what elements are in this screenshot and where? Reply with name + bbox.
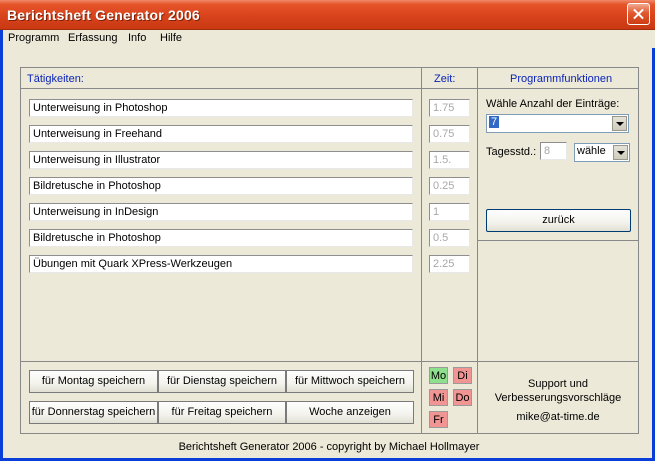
copyright-footer: Berichtsheft Generator 2006 - copyright …: [178, 441, 480, 453]
time-header: Zeit:: [434, 73, 456, 85]
menu-bar: Programm Erfassung Info Hilfe: [3, 30, 655, 48]
hours-choose-value: wähle: [577, 145, 606, 157]
header-divider: [21, 88, 638, 89]
activity-field-3[interactable]: Unterweisung in Illustrator: [29, 151, 413, 169]
save-monday-button[interactable]: für Montag speichern: [29, 370, 158, 393]
chevron-down-icon[interactable]: [612, 116, 627, 131]
window-title: Berichtsheft Generator 2006: [7, 7, 200, 23]
menu-hilfe[interactable]: Hilfe: [160, 32, 182, 44]
entry-count-value: 7: [489, 116, 500, 128]
support-info: Support und Verbesserungsvorschläge mike…: [479, 377, 637, 424]
entry-count-label: Wähle Anzahl der Einträge:: [486, 98, 620, 110]
title-bar[interactable]: Berichtsheft Generator 2006: [0, 0, 655, 30]
show-week-button[interactable]: Woche anzeigen: [286, 401, 414, 424]
time-field-1[interactable]: 1.75: [429, 99, 470, 117]
time-field-5[interactable]: 1: [429, 203, 470, 221]
activity-field-6[interactable]: Bildretusche in Photoshop: [29, 229, 413, 247]
support-line-2: Verbesserungsvorschläge: [494, 392, 622, 404]
support-line-1: Support und: [528, 378, 588, 390]
activity-field-7[interactable]: Übungen mit Quark XPress-Werkzeugen: [29, 255, 413, 273]
save-tuesday-button[interactable]: für Dienstag speichern: [158, 370, 286, 393]
day-status-monday: Mo: [429, 367, 448, 384]
functions-header: Programmfunktionen: [510, 73, 613, 85]
time-field-7[interactable]: 2.25: [429, 255, 470, 273]
save-friday-button[interactable]: für Freitag speichern: [158, 401, 286, 424]
time-field-6[interactable]: 0.5: [429, 229, 470, 247]
app-window: Berichtsheft Generator 2006 Programm Erf…: [0, 0, 655, 461]
activities-header: Tätigkeiten:: [27, 73, 84, 85]
back-button[interactable]: zurück: [486, 209, 631, 232]
activity-field-5[interactable]: Unterweisung in InDesign: [29, 203, 413, 221]
bottom-section-divider: [21, 361, 638, 362]
activity-field-1[interactable]: Unterweisung in Photoshop: [29, 99, 413, 117]
entry-count-select[interactable]: 7: [486, 114, 629, 133]
functions-divider: [478, 240, 638, 241]
menu-erfassung[interactable]: Erfassung: [68, 32, 118, 44]
day-status-tuesday: Di: [453, 367, 472, 384]
day-status-wednesday: Mi: [429, 389, 448, 406]
day-status-friday: Fr: [429, 411, 448, 428]
save-wednesday-button[interactable]: für Mittwoch speichern: [286, 370, 414, 393]
menu-programm[interactable]: Programm: [8, 32, 59, 44]
chevron-down-icon[interactable]: [613, 145, 628, 160]
divider-activities-time: [421, 68, 422, 433]
daily-hours-label: Tagesstd.:: [486, 146, 537, 158]
support-email[interactable]: mike@at-time.de: [479, 410, 637, 424]
activity-field-2[interactable]: Unterweisung in Freehand: [29, 125, 413, 143]
hours-choose-select[interactable]: wähle: [574, 143, 630, 162]
close-window-button[interactable]: [627, 3, 650, 25]
divider-time-functions: [477, 68, 478, 433]
time-field-2[interactable]: 0.75: [429, 125, 470, 143]
activity-field-4[interactable]: Bildretusche in Photoshop: [29, 177, 413, 195]
menu-info[interactable]: Info: [128, 32, 146, 44]
time-field-3[interactable]: 1.5.: [429, 151, 470, 169]
day-status-thursday: Do: [453, 389, 472, 406]
daily-hours-field[interactable]: 8: [540, 142, 567, 160]
time-field-4[interactable]: 0.25: [429, 177, 470, 195]
save-thursday-button[interactable]: für Donnerstag speichern: [29, 401, 158, 424]
